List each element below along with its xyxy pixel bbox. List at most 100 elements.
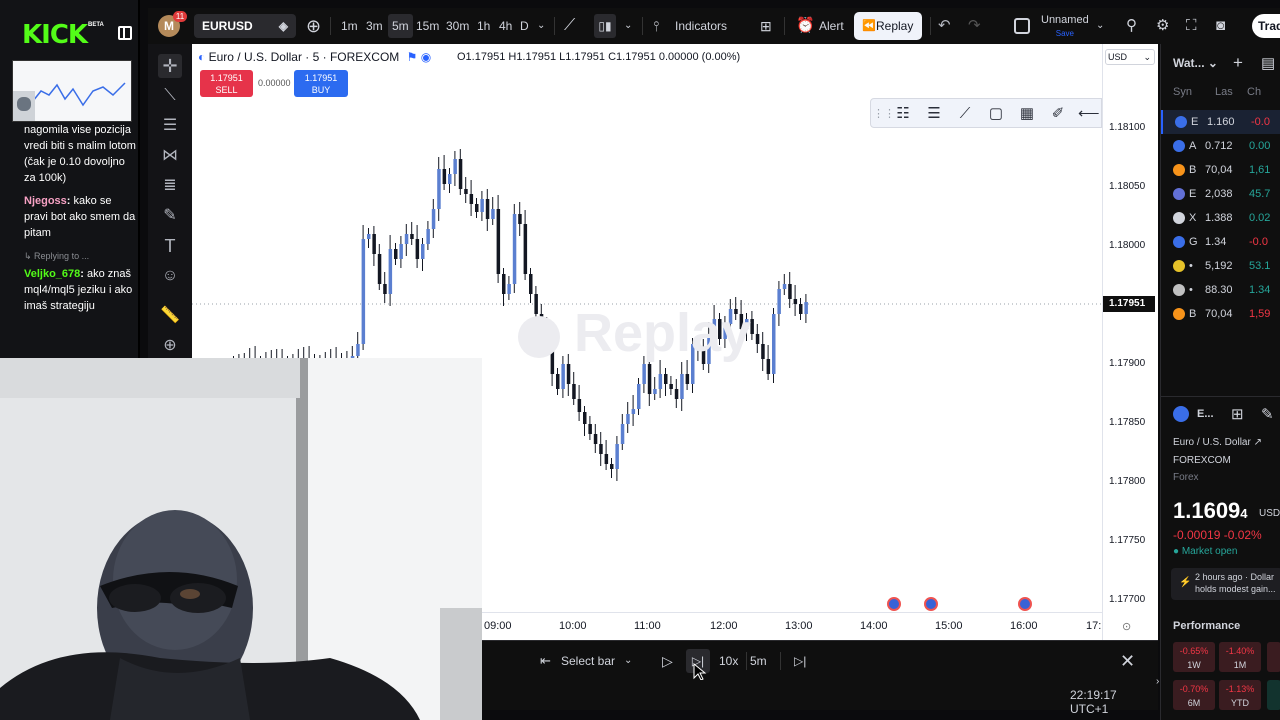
zoom-in-icon[interactable]: ⊕ [160, 336, 180, 356]
watchlist-layout-icon[interactable]: ▤ [1261, 54, 1275, 72]
layout-icon[interactable] [1014, 18, 1030, 34]
filter-icon[interactable]: ☷ [893, 104, 913, 124]
legend-flag-icon[interactable]: ◐ [198, 50, 209, 64]
layout-name[interactable]: Unnamed Save [1041, 14, 1089, 40]
col-change[interactable]: Ch [1247, 86, 1261, 98]
select-bar-dropdown-icon[interactable]: ⌄ [624, 641, 632, 681]
trend-line-icon[interactable]: ⟍ [160, 86, 180, 106]
us-flag-event-icon[interactable] [1018, 597, 1032, 611]
watchlist-row[interactable]: X 1.388 0.02 [1161, 206, 1280, 230]
drag-handle-icon[interactable]: ⋮⋮ [873, 104, 895, 124]
candle-body [685, 374, 690, 384]
watchlist-row[interactable]: G 1.34 -0.0 [1161, 230, 1280, 254]
edit-icon[interactable]: ✎ [1261, 405, 1274, 423]
collapse-chat-icon[interactable] [118, 26, 132, 40]
select-bar-icon[interactable]: ⇤ [540, 641, 551, 681]
timeframe-30m[interactable]: 30m [446, 8, 469, 44]
watchlist-row[interactable]: B 70,04 1,59 [1161, 302, 1280, 326]
undo-icon[interactable]: ↶ [938, 8, 951, 44]
time-axis-settings-icon[interactable]: ⊙ [1122, 620, 1131, 633]
search-icon[interactable]: ⚲ [1126, 8, 1137, 44]
price-axis[interactable]: USD ⌄ 1.18100 1.18050 1.18000 1.17900 1.… [1102, 44, 1158, 640]
timeframe-dropdown-icon[interactable]: ⌄ [537, 8, 545, 44]
timeframe-15m[interactable]: 15m [416, 8, 439, 44]
timeframe-5m[interactable]: 5m [388, 14, 413, 38]
watchlist-row[interactable]: • 88.30 1.34 [1161, 278, 1280, 302]
trade-button[interactable]: Trade [1252, 14, 1280, 38]
watchlist-row[interactable]: • 5,192 53.1 [1161, 254, 1280, 278]
time-axis[interactable]: 09:00 10:00 11:00 12:00 13:00 14:00 15:0… [482, 597, 1131, 640]
watchlist-row[interactable]: B 70,04 1,61 [1161, 158, 1280, 182]
fullscreen-icon[interactable]: ⛶ [1186, 8, 1197, 44]
candle-body [610, 464, 614, 469]
alert-icon[interactable]: ⏰ [796, 8, 815, 44]
ruler-icon[interactable]: 📏 [160, 306, 180, 326]
emoji-icon[interactable]: ☺ [160, 266, 180, 286]
news-card[interactable]: ⚡ 2 hours ago · Dollar holds modest gain… [1171, 568, 1280, 600]
grid-icon[interactable]: ▦ [1017, 104, 1037, 124]
brush-icon[interactable]: ✎ [160, 206, 180, 226]
settings-icon[interactable]: ⚙ [1156, 8, 1169, 44]
indicators-button[interactable]: Indicators [675, 8, 727, 44]
timeframe-4h[interactable]: 4h [499, 8, 512, 44]
jump-to-realtime-icon[interactable]: ▷| [794, 641, 806, 681]
text-icon[interactable]: T [160, 236, 180, 256]
alert-button[interactable]: Alert [819, 8, 844, 44]
rectangle-icon[interactable]: ▢ [986, 104, 1006, 124]
watchlist-title[interactable]: Wat... ⌄ [1173, 56, 1218, 70]
chart-title[interactable]: Euro / U.S. Dollar · 5 · FOREXCOM [209, 50, 400, 64]
diamond-icon[interactable]: ◈ [279, 14, 288, 38]
minus-icon[interactable]: ⟵ [1078, 104, 1100, 124]
watchlist-row[interactable]: A 0.712 0.00 [1161, 134, 1280, 158]
speed-button[interactable]: 10x [719, 641, 738, 681]
layout-dropdown-icon[interactable]: ⌄ [1096, 8, 1104, 44]
layout-save[interactable]: Save [1041, 27, 1089, 40]
fib-icon[interactable]: ≣ [160, 176, 180, 196]
redo-icon[interactable]: ↷ [968, 8, 981, 44]
watchlist-row[interactable]: E 2,038 45.7 [1161, 182, 1280, 206]
indicators-icon[interactable]: ⫯ [653, 8, 659, 44]
col-last[interactable]: Las [1215, 86, 1233, 98]
symbol-search[interactable]: EURUSD ◈ [194, 14, 296, 38]
buy-button[interactable]: 1.17951 BUY [294, 70, 348, 97]
horizontal-lines-icon[interactable]: ☰ [160, 116, 180, 136]
add-symbol-icon[interactable]: + [1233, 53, 1243, 73]
pen-icon[interactable]: ✐ [1048, 104, 1068, 124]
currency-select[interactable]: USD ⌄ [1105, 49, 1155, 65]
pattern-icon[interactable]: ⋈ [160, 146, 180, 166]
candles-icon[interactable]: ▯▮ [594, 14, 616, 38]
chart-type-dropdown-icon[interactable]: ⌄ [624, 8, 632, 44]
select-bar-button[interactable]: Select bar [561, 641, 615, 681]
watchlist-row[interactable]: E 1.160 -0.0 [1161, 110, 1280, 134]
col-symbol[interactable]: Syn [1173, 86, 1192, 98]
settings-lines-icon[interactable]: ☰ [924, 104, 944, 124]
templates-icon[interactable]: ⊞ [760, 8, 772, 44]
play-icon[interactable]: ▷ [662, 641, 673, 681]
expand-panel-icon[interactable]: › [1156, 676, 1159, 687]
add-symbol-icon[interactable]: ⊕ [306, 8, 321, 44]
close-replay-icon[interactable]: ✕ [1120, 641, 1135, 681]
interval-button[interactable]: 5m [750, 641, 767, 681]
clock[interactable]: 22:19:17 UTC+1 [1070, 688, 1158, 716]
line-tool-icon[interactable]: ⟋ [955, 104, 975, 124]
detail-symbol[interactable]: E... [1197, 408, 1214, 420]
timeframe-1h[interactable]: 1h [477, 8, 490, 44]
stream-thumbnail[interactable] [12, 60, 132, 122]
symbol-logo-icon [1173, 236, 1185, 248]
crosshair-icon[interactable]: ✛ [158, 54, 182, 78]
chart-type-line-icon[interactable]: ⟋ [564, 8, 575, 44]
replay-button[interactable]: ⏪ Replay [854, 12, 922, 40]
economic-event-icon[interactable] [887, 597, 901, 611]
timeframe-1m[interactable]: 1m [341, 8, 358, 44]
camera-icon[interactable]: ◙ [1216, 8, 1225, 44]
detail-name[interactable]: Euro / U.S. Dollar ↗ [1173, 437, 1262, 448]
timeframe-d[interactable]: D [520, 8, 529, 44]
sell-button[interactable]: 1.17951 SELL [200, 70, 253, 97]
kick-logo[interactable]: KICK [22, 20, 88, 50]
economic-event-icon[interactable] [924, 597, 938, 611]
grid-icon[interactable]: ⊞ [1231, 405, 1244, 423]
timeframe-3m[interactable]: 3m [366, 8, 383, 44]
chat-username[interactable]: Njegoss [24, 195, 67, 207]
flag-icon[interactable]: ⚑ [407, 50, 418, 64]
chat-username[interactable]: Veljko_678 [24, 268, 80, 280]
